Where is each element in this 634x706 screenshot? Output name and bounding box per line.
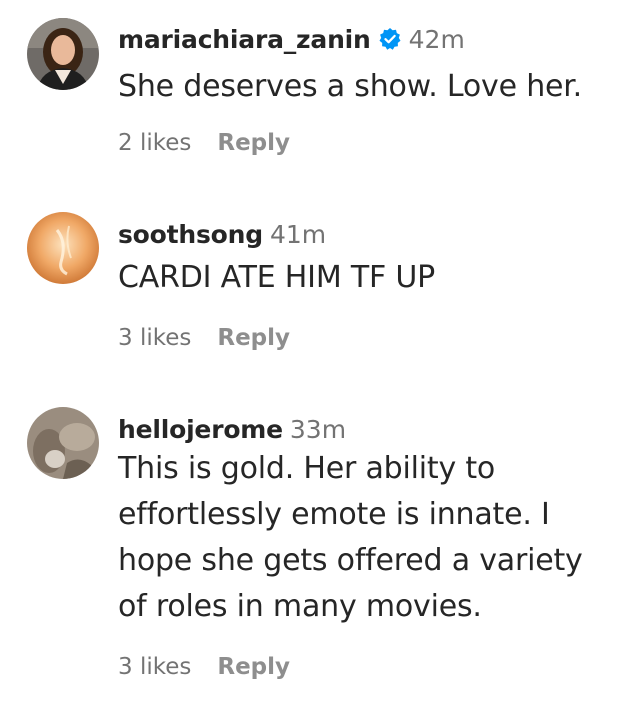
comment-item: mariachiara_zanin 42m She deserves a sho… — [0, 0, 634, 190]
comment-text: She deserves a show. Love her. — [118, 69, 582, 104]
avatar[interactable] — [27, 18, 99, 90]
likes-count[interactable]: 3 likes — [118, 325, 191, 351]
username[interactable]: mariachiara_zanin — [118, 25, 371, 54]
timestamp: 41m — [269, 219, 327, 249]
timestamp: 33m — [289, 414, 347, 444]
avatar[interactable] — [27, 212, 99, 284]
username[interactable]: soothsong — [118, 220, 263, 249]
comment-item: hellojerome 33m This is gold. Her abilit… — [0, 395, 634, 706]
comment-body: mariachiara_zanin 42m She deserves a sho… — [118, 22, 622, 110]
verified-badge-icon — [378, 27, 402, 51]
reply-button[interactable]: Reply — [217, 130, 290, 156]
comment-body: hellojerome 33m This is gold. Her abilit… — [118, 412, 622, 630]
likes-count[interactable]: 3 likes — [118, 654, 191, 680]
comment-meta: mariachiara_zanin 42m — [118, 22, 622, 56]
comment-body: soothsong 41m CARDI ATE HIM TF UP — [118, 217, 622, 301]
comment-actions: 2 likes Reply — [118, 130, 290, 156]
comment-text-line: This is gold. Her ability to — [118, 451, 496, 486]
comment-actions: 3 likes Reply — [118, 654, 290, 680]
comment-meta: soothsong 41m — [118, 217, 622, 251]
username[interactable]: hellojerome — [118, 415, 283, 444]
reply-button[interactable]: Reply — [217, 654, 290, 680]
comment-item: soothsong 41m CARDI ATE HIM TF UP 3 like… — [0, 200, 634, 390]
reply-button[interactable]: Reply — [217, 325, 290, 351]
likes-count[interactable]: 2 likes — [118, 130, 191, 156]
comment-text-line: hope she gets offered a variety — [118, 543, 583, 578]
comment-text-line: of roles in many movies. — [118, 589, 482, 624]
avatar[interactable] — [27, 407, 99, 479]
timestamp: 42m — [408, 24, 465, 54]
comment-text: CARDI ATE HIM TF UP — [118, 260, 436, 295]
comment-text: This is gold. Her ability to effortlessl… — [118, 446, 622, 630]
comment-actions: 3 likes Reply — [118, 325, 290, 351]
comment-text-line: effortlessly emote is innate. I — [118, 497, 550, 532]
comment-meta: hellojerome 33m — [118, 412, 622, 446]
